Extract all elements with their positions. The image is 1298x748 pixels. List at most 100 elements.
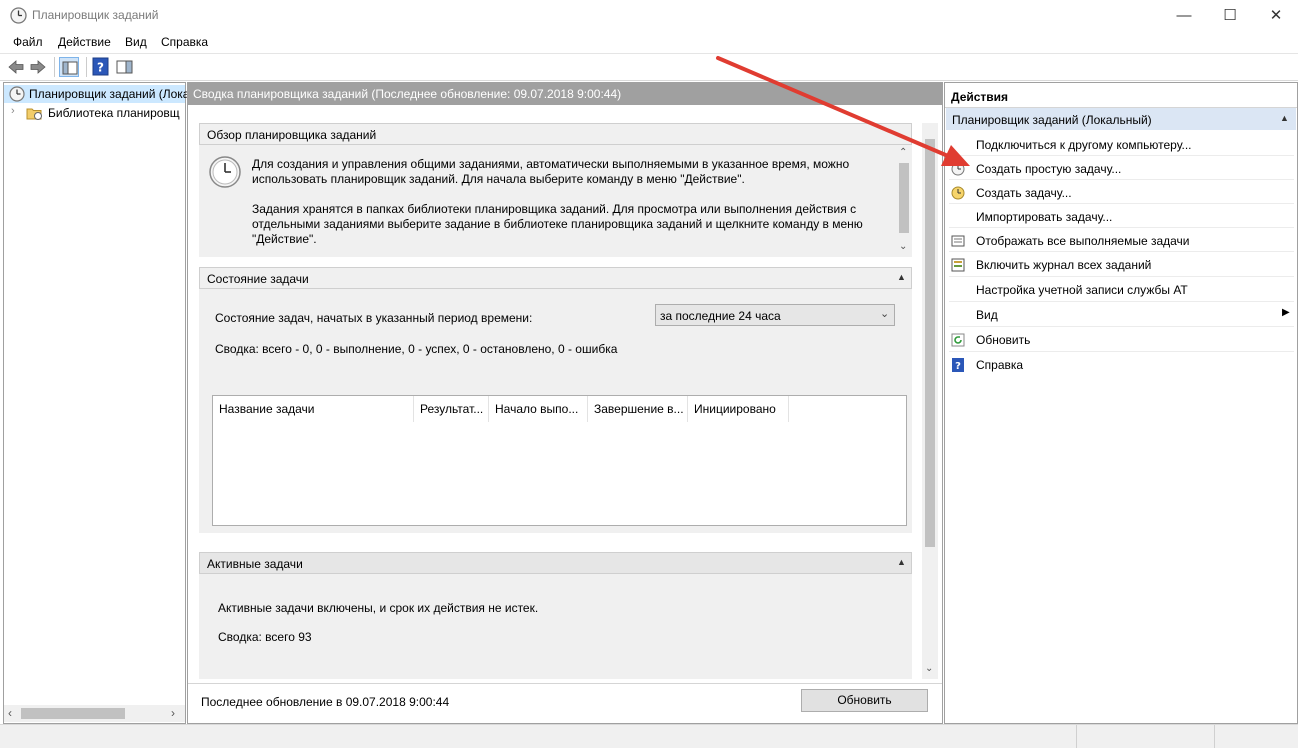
action-label: Вид (976, 308, 998, 322)
running-tasks-icon (951, 235, 965, 247)
folder-clock-icon (26, 108, 42, 120)
create-basic-task-icon (951, 162, 965, 176)
column-header-start[interactable]: Начало выпо... (489, 396, 588, 422)
overview-title: Обзор планировщика заданий (207, 128, 377, 142)
actions-header: Действия (945, 85, 1297, 108)
refresh-button[interactable]: Обновить (801, 689, 928, 712)
menu-action[interactable]: Действие (58, 35, 111, 49)
summary-header-text: Сводка планировщика заданий (Последнее о… (193, 87, 622, 101)
action-label: Создать задачу... (976, 186, 1072, 200)
menu-help[interactable]: Справка (161, 35, 208, 49)
window-title: Планировщик заданий (32, 8, 159, 22)
minimize-button[interactable]: — (1161, 0, 1207, 31)
action-create-task[interactable]: Создать задачу... (945, 184, 1297, 202)
separator (949, 203, 1294, 204)
chevron-right-icon[interactable]: › (11, 105, 15, 117)
period-label: Состояние задач, начатых в указанный пер… (215, 311, 533, 325)
chevron-down-icon: ⌄ (880, 308, 890, 320)
actions-title: Действия (951, 90, 1009, 104)
toolbar: ? (0, 54, 1298, 81)
menu-file[interactable]: Файл (13, 35, 43, 49)
action-refresh[interactable]: Обновить (945, 331, 1297, 349)
scrollbar-thumb[interactable] (899, 163, 909, 233)
status-title: Состояние задачи (207, 272, 309, 286)
scroll-right-icon[interactable]: › (171, 706, 175, 720)
action-label: Импортировать задачу... (976, 210, 1113, 224)
column-header-end[interactable]: Завершение в... (588, 396, 688, 422)
collapse-icon[interactable]: ▲ (897, 557, 906, 567)
scroll-left-icon[interactable]: ‹ (8, 706, 12, 720)
show-hide-tree-icon[interactable] (59, 57, 79, 77)
last-update-text: Последнее обновление в 09.07.2018 9:00:4… (201, 695, 450, 709)
action-at-service-account[interactable]: Настройка учетной записи службы AT (945, 281, 1297, 299)
actions-group-header[interactable]: Планировщик заданий (Локальный) ▲ (946, 108, 1296, 130)
summary-header: Сводка планировщика заданий (Последнее о… (188, 83, 942, 105)
active-title: Активные задачи (207, 557, 303, 571)
overview-body: Для создания и управления общими задания… (199, 145, 896, 257)
action-label: Обновить (976, 333, 1031, 347)
clock-icon (209, 156, 241, 188)
help-icon: ? (952, 358, 964, 372)
maximize-button[interactable]: ☐ (1207, 0, 1253, 31)
close-button[interactable]: ✕ (1253, 0, 1298, 31)
status-bar-divider (1214, 725, 1215, 748)
clock-icon (9, 86, 25, 102)
status-body: Состояние задач, начатых в указанный пер… (199, 289, 912, 533)
column-header-task-name[interactable]: Название задачи (213, 396, 414, 422)
period-select[interactable]: за последние 24 часа ⌄ (655, 304, 895, 326)
separator (949, 326, 1294, 327)
action-enable-history[interactable]: Включить журнал всех заданий (945, 256, 1297, 274)
separator (949, 155, 1294, 156)
scroll-up-icon[interactable]: ⌃ (899, 147, 907, 158)
action-connect[interactable]: Подключиться к другому компьютеру... (945, 136, 1297, 154)
action-help[interactable]: ? Справка (945, 356, 1297, 374)
active-section-header[interactable]: Активные задачи ▲ (199, 552, 912, 574)
scroll-down-icon[interactable]: ⌄ (899, 241, 907, 252)
title-bar: Планировщик заданий — ☐ ✕ (0, 0, 1298, 31)
column-header-result[interactable]: Результат... (414, 396, 489, 422)
overview-section-header[interactable]: Обзор планировщика заданий (199, 123, 912, 145)
separator (949, 227, 1294, 228)
action-display-running[interactable]: Отображать все выполняемые задачи (945, 232, 1297, 250)
tree-item-library[interactable]: › Библиотека планировщ (4, 104, 185, 122)
active-line-2: Сводка: всего 93 (218, 630, 312, 644)
tree-item-root[interactable]: Планировщик заданий (Лока (4, 85, 189, 103)
tree-pane: Планировщик заданий (Лока › Библиотека п… (3, 82, 189, 724)
collapse-icon[interactable]: ▲ (1280, 113, 1289, 123)
forward-arrow-icon[interactable] (28, 57, 48, 77)
help-icon[interactable]: ? (92, 57, 112, 77)
scrollbar-thumb[interactable] (925, 139, 935, 547)
action-label: Настройка учетной записи службы AT (976, 283, 1188, 297)
overview-scrollbar[interactable]: ⌃ ⌄ (896, 145, 912, 257)
action-label: Справка (976, 358, 1024, 372)
summary-scrollbar[interactable]: ⌄ (922, 123, 938, 679)
tree-item-label: Библиотека планировщ (48, 106, 180, 120)
scroll-down-icon[interactable]: ⌄ (925, 663, 933, 674)
action-label: Создать простую задачу... (976, 162, 1122, 176)
tree-item-label: Планировщик заданий (Лока (29, 87, 190, 101)
horizontal-scrollbar[interactable]: ‹ › (4, 705, 185, 722)
separator (949, 179, 1294, 180)
action-import-task[interactable]: Импортировать задачу... (945, 208, 1297, 226)
status-summary: Сводка: всего - 0, 0 - выполнение, 0 - у… (215, 342, 618, 356)
action-create-basic-task[interactable]: Создать простую задачу... (945, 160, 1297, 178)
active-line-1: Активные задачи включены, и срок их дейс… (218, 601, 539, 615)
menu-bar: Файл Действие Вид Справка (0, 31, 1298, 54)
collapse-icon[interactable]: ▲ (897, 272, 906, 282)
action-label: Подключиться к другому компьютеру... (976, 138, 1192, 152)
history-log-icon (951, 258, 965, 272)
menu-view[interactable]: Вид (125, 35, 147, 49)
period-select-value: за последние 24 часа (660, 309, 781, 323)
tasks-table[interactable]: Название задачи Результат... Начало выпо… (212, 395, 907, 526)
show-hide-actions-icon[interactable] (115, 57, 135, 77)
toolbar-divider (86, 57, 87, 77)
actions-pane: Действия Планировщик заданий (Локальный)… (944, 82, 1298, 724)
actions-group-title: Планировщик заданий (Локальный) (952, 113, 1152, 127)
back-arrow-icon[interactable] (6, 57, 26, 77)
action-view[interactable]: Вид ▶ (945, 306, 1297, 324)
column-header-initiated[interactable]: Инициировано (688, 396, 789, 422)
overview-paragraph-1: Для создания и управления общими задания… (252, 157, 850, 186)
status-section-header[interactable]: Состояние задачи ▲ (199, 267, 912, 289)
summary-pane: Сводка планировщика заданий (Последнее о… (187, 82, 943, 724)
scrollbar-thumb[interactable] (21, 708, 125, 719)
